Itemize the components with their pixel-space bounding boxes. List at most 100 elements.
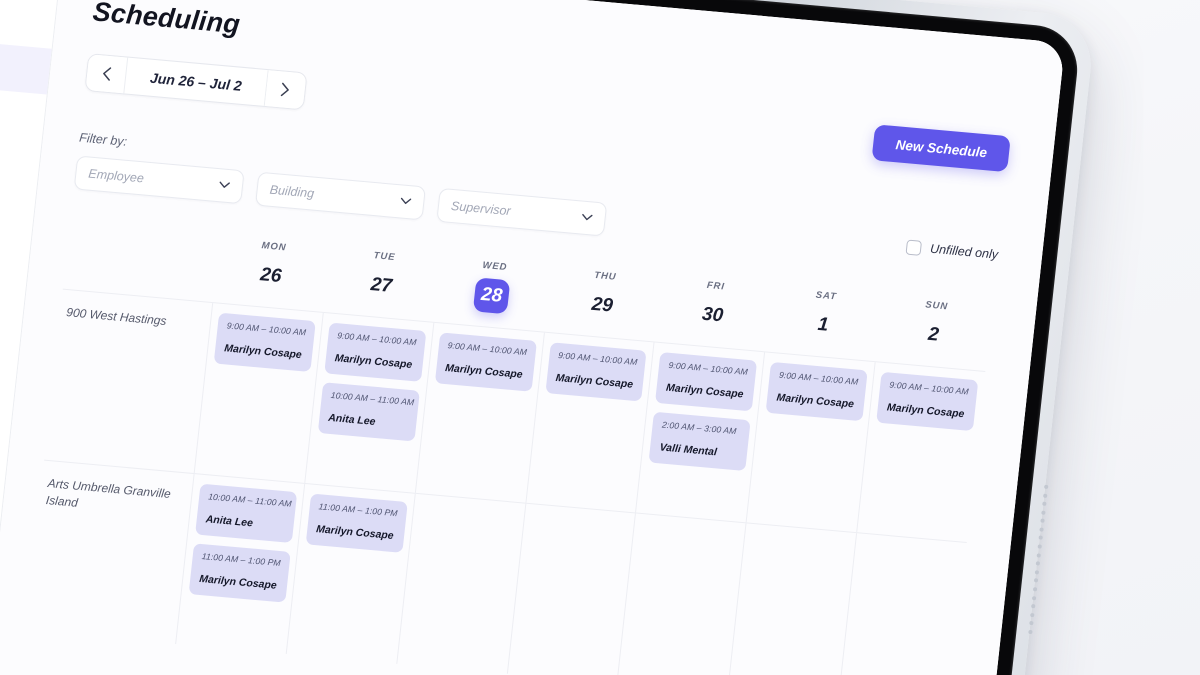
calendar-cell[interactable]: 11:00 AM – 1:00 PM Marilyn Cosape [285, 483, 415, 664]
week-range-label[interactable]: Jun 26 – Jul 2 [123, 57, 269, 106]
calendar-cell[interactable] [616, 513, 746, 675]
day-header-mon[interactable]: MON 26 [214, 236, 330, 298]
calendar-cell[interactable]: 10:00 AM – 11:00 AM Anita Lee 11:00 AM – 1… [175, 474, 305, 654]
shift-time-label: 9:00 AM – 10:00 AM [778, 369, 859, 387]
speaker-hole [1031, 595, 1036, 600]
shift-event-card[interactable]: 9:00 AM – 10:00 AM Marilyn Cosape [655, 352, 758, 412]
shift-time-label: 9:00 AM – 10:00 AM [888, 379, 970, 397]
day-of-week-label: FRI [706, 279, 726, 293]
speaker-hole [1034, 569, 1039, 575]
day-of-week-label: THU [593, 269, 618, 283]
calendar-cell[interactable] [727, 523, 857, 675]
calendar-cell[interactable]: 9:00 AM – 10:00 AM Marilyn Cosape [193, 303, 323, 483]
day-header-thu[interactable]: THU 29 [545, 266, 661, 328]
shift-event-card[interactable]: 10:00 AM – 11:00 AM Anita Lee [195, 483, 298, 543]
supervisor-select[interactable]: Supervisor [436, 187, 608, 237]
shift-employee-name: Anita Lee [205, 513, 254, 530]
day-header-wed[interactable]: WED 28 [435, 256, 551, 318]
day-number[interactable]: 27 [363, 268, 401, 305]
chevron-down-icon [400, 195, 412, 208]
shift-employee-name: Marilyn Cosape [886, 401, 965, 421]
day-of-week-label: WED [481, 259, 508, 274]
speaker-hole [1040, 510, 1046, 515]
day-header-sat[interactable]: SAT 1 [766, 286, 882, 348]
day-of-week-label: SAT [815, 289, 838, 303]
new-schedule-button[interactable]: New Schedule [871, 124, 1011, 173]
sidebar-item-timesheets[interactable]: Timesheets [0, 29, 52, 95]
calendar-cell[interactable]: 9:00 AM – 10:00 AM Marilyn Cosape 10:00 AM… [304, 312, 434, 493]
shift-event-card[interactable]: 9:00 AM – 10:00 AM Marilyn Cosape [434, 332, 537, 392]
speaker-hole [1036, 552, 1041, 558]
calendar-cell[interactable] [396, 493, 525, 674]
calendar-row-label: 900 West Hastings [65, 305, 168, 328]
day-header-fri[interactable]: FRI 30 [656, 276, 772, 338]
building-select-value: Building [268, 182, 315, 201]
shift-event-card[interactable]: 10:00 AM – 11:00 AM Anita Lee [317, 382, 420, 442]
shift-event-card[interactable]: 11:00 AM – 1:00 PM Marilyn Cosape [305, 493, 408, 553]
calendar-row-label: Arts Umbrella Granville Island [45, 476, 172, 511]
scheduling-app: Timesheets Scheduling Jun 26 – Jul 2 [0, 0, 1066, 675]
day-number[interactable]: 2 [915, 317, 953, 354]
day-number-today[interactable]: 28 [472, 277, 511, 315]
shift-time-label: 9:00 AM – 10:00 AM [447, 340, 528, 358]
speaker-hole [1038, 527, 1044, 532]
shift-event-card[interactable]: 11:00 AM – 1:00 PM Marilyn Cosape [188, 543, 291, 603]
chevron-down-icon [581, 212, 593, 225]
shift-event-card[interactable]: 9:00 AM – 10:00 AM Marilyn Cosape [213, 312, 316, 372]
shift-employee-name: Marilyn Cosape [315, 523, 395, 542]
day-header-sun[interactable]: SUN 2 [876, 296, 992, 358]
speaker-hole [1041, 501, 1047, 507]
calendar-cell[interactable]: 9:00 AM – 10:00 AM Marilyn Cosape 2:00 AM … [635, 342, 765, 523]
shift-employee-name: Marilyn Cosape [555, 371, 634, 391]
day-header-spacer [64, 223, 219, 288]
calendar-cell[interactable]: 9:00 AM – 10:00 AM Marilyn Cosape [856, 362, 986, 543]
shift-event-card[interactable]: 9:00 AM – 10:00 AM Marilyn Cosape [876, 371, 979, 432]
speaker-hole [1033, 578, 1038, 583]
shift-employee-name: Marilyn Cosape [223, 342, 303, 362]
shift-time-label: 9:00 AM – 10:00 AM [668, 359, 749, 377]
chevron-left-icon[interactable] [85, 54, 128, 94]
day-header-tue[interactable]: TUE 27 [324, 246, 440, 308]
shift-employee-name: Marilyn Cosape [334, 352, 413, 371]
calendar-cell[interactable]: 9:00 AM – 10:00 AM Marilyn Cosape [745, 352, 875, 533]
calendar-cell[interactable]: 9:00 AM – 10:00 AM Marilyn Cosape [525, 332, 654, 513]
speaker-hole [1039, 518, 1045, 524]
shift-employee-name: Marilyn Cosape [198, 572, 278, 592]
shift-event-card[interactable]: 2:00 AM – 3:00 AM Valli Mental [648, 411, 751, 472]
shift-event-card[interactable]: 9:00 AM – 10:00 AM Marilyn Cosape [544, 342, 647, 402]
calendar-cell[interactable]: 9:00 AM – 10:00 AM Marilyn Cosape [414, 322, 544, 503]
day-of-week-label: MON [261, 240, 288, 254]
speaker-hole [1037, 544, 1042, 549]
main-content: Scheduling Jun 26 – Jul 2 New Schedule F… [0, 0, 1066, 675]
shift-employee-name: Marilyn Cosape [444, 362, 524, 381]
day-number[interactable]: 29 [583, 287, 621, 324]
shift-event-card[interactable]: 9:00 AM – 10:00 AM Marilyn Cosape [765, 361, 868, 422]
shift-event-card[interactable]: 9:00 AM – 10:00 AM Marilyn Cosape [324, 322, 427, 382]
employee-select-value: Employee [87, 166, 145, 186]
unfilled-only-toggle[interactable]: Unfilled only [905, 239, 999, 262]
shift-employee-name: Valli Mental [659, 441, 718, 459]
speaker-hole [1043, 484, 1048, 489]
chevron-right-icon[interactable] [264, 70, 307, 110]
speaker-hole [1029, 612, 1035, 617]
unfilled-only-checkbox[interactable] [905, 239, 923, 256]
calendar-grid: MON 26 TUE 27 WED 28 THU 29 FRI 30 SAT 1 SUN 2 900 We… [25, 223, 993, 675]
day-of-week-label: SUN [924, 299, 949, 313]
speaker-hole [1027, 629, 1033, 634]
calendar-cell[interactable] [506, 503, 636, 675]
device-screen: Timesheets Scheduling Jun 26 – Jul 2 [0, 0, 1066, 675]
shift-employee-name: Marilyn Cosape [665, 381, 745, 401]
employee-select[interactable]: Employee [73, 155, 245, 205]
speaker-hole [1030, 604, 1035, 609]
day-number[interactable]: 1 [804, 307, 842, 344]
calendar-cell[interactable] [837, 533, 967, 675]
day-number[interactable]: 30 [694, 297, 732, 334]
day-number[interactable]: 26 [252, 258, 290, 295]
shift-time-label: 10:00 AM – 11:00 AM [330, 389, 415, 408]
speaker-hole [1042, 493, 1047, 498]
speaker-hole [1035, 561, 1040, 566]
unfilled-only-label: Unfilled only [929, 241, 999, 262]
chevron-down-icon [218, 179, 230, 192]
building-select[interactable]: Building [254, 171, 427, 221]
shift-time-label: 11:00 AM – 1:00 PM [318, 501, 399, 519]
